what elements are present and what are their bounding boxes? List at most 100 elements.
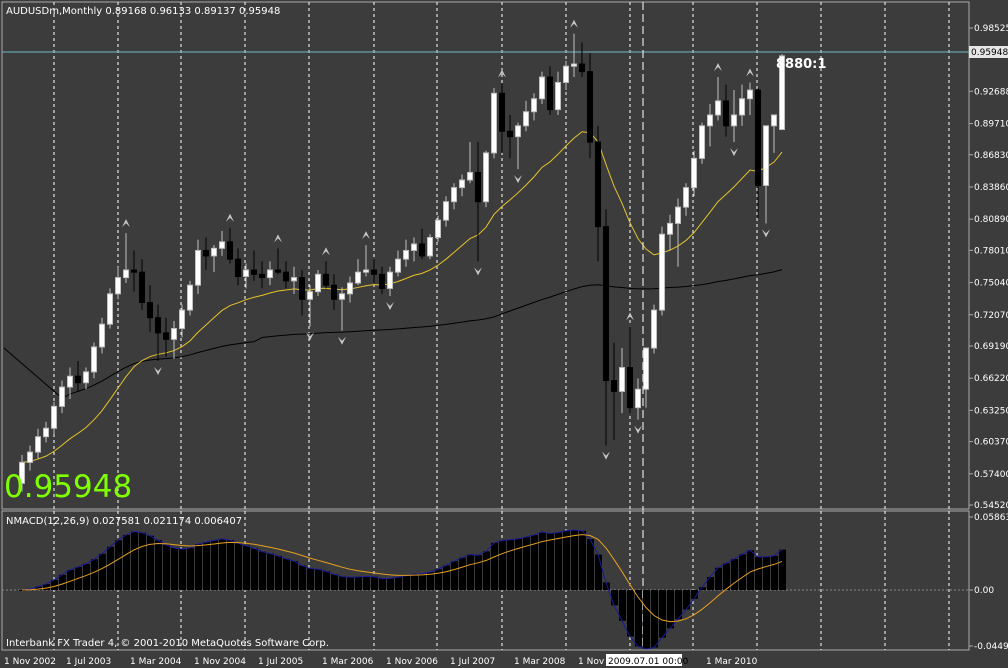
bull-candle xyxy=(211,247,217,257)
histogram-bar xyxy=(331,574,338,590)
histogram-bar xyxy=(475,555,482,590)
bull-candle xyxy=(659,233,665,311)
bear-candle xyxy=(579,63,585,73)
bull-candle xyxy=(355,271,361,284)
time-tick-label: 1 Mar 2008 xyxy=(514,657,566,667)
bull-candle xyxy=(643,347,649,390)
price-tick-label: 0.54520 xyxy=(974,501,1008,511)
bear-candle xyxy=(331,284,337,300)
bull-candle xyxy=(107,293,113,325)
bull-candle xyxy=(307,291,313,300)
bull-candle xyxy=(411,243,417,251)
histogram-bar xyxy=(347,577,354,590)
bull-candle xyxy=(83,371,89,384)
bear-candle xyxy=(595,141,601,228)
bull-candle xyxy=(539,76,545,100)
histogram-bar xyxy=(715,567,722,590)
histogram-bar xyxy=(771,555,778,590)
bull-candle xyxy=(195,249,201,286)
time-tick-label: 1 Jul 2007 xyxy=(450,657,495,667)
bull-candle xyxy=(523,111,529,127)
price-tick-label: 0.72070 xyxy=(974,311,1008,321)
histogram-bar xyxy=(243,545,250,590)
bear-candle xyxy=(419,243,425,257)
bull-candle xyxy=(571,63,577,67)
bear-candle xyxy=(499,92,505,132)
bear-candle xyxy=(475,171,481,203)
bull-candle xyxy=(667,222,673,235)
bear-candle xyxy=(251,269,257,275)
bear-candle xyxy=(323,273,329,286)
bull-candle xyxy=(387,271,393,289)
histogram-bar xyxy=(291,561,298,590)
bull-candle xyxy=(435,219,441,238)
bull-candle xyxy=(443,201,449,221)
current-price-marker-label: 0.95948 xyxy=(971,48,1008,58)
bear-candle xyxy=(587,71,593,143)
histogram-bar xyxy=(187,547,194,590)
bull-candle xyxy=(771,114,777,127)
bull-candle xyxy=(427,236,433,257)
histogram-bar xyxy=(283,558,290,590)
histogram-bar xyxy=(419,573,426,590)
histogram-bar xyxy=(467,554,474,590)
histogram-bar xyxy=(763,556,770,590)
trading-chart[interactable]: AUDUSDm,Monthly 0.89168 0.96133 0.89137 … xyxy=(0,0,1008,668)
bull-candle xyxy=(395,258,401,273)
histogram-bar xyxy=(547,533,554,590)
histogram-bar xyxy=(379,578,386,590)
histogram-bar xyxy=(299,565,306,590)
bear-candle xyxy=(259,273,265,279)
bull-candle xyxy=(91,346,97,373)
bull-candle xyxy=(555,81,561,111)
bear-candle xyxy=(283,271,289,282)
time-tick-label: 1 Mar 2006 xyxy=(322,657,374,667)
time-tick-label: 1 Nov xyxy=(578,657,605,667)
time-tick-label: 1 Nov 2004 xyxy=(194,657,246,667)
bull-candle xyxy=(67,375,73,388)
histogram-bar xyxy=(171,548,178,590)
copyright-label: Interbank FX Trader 4, © 2001-2010 MetaQ… xyxy=(6,638,329,649)
bull-candle xyxy=(731,114,737,127)
bull-candle xyxy=(691,157,697,189)
histogram-bar xyxy=(555,532,562,590)
histogram-bar xyxy=(339,576,346,590)
histogram-bar xyxy=(659,590,666,638)
bull-candle xyxy=(99,323,105,348)
bear-candle xyxy=(547,76,553,111)
histogram-bar xyxy=(507,539,514,590)
bull-candle xyxy=(451,187,457,203)
histogram-bar xyxy=(155,540,162,590)
histogram-bar xyxy=(723,563,730,590)
histogram-bar xyxy=(579,530,586,590)
bear-candle xyxy=(75,375,81,384)
histogram-bar xyxy=(563,530,570,590)
time-tick-label: 1 Jul 2003 xyxy=(66,657,111,667)
histogram-bar xyxy=(747,550,754,590)
bull-candle xyxy=(699,125,705,159)
histogram-bar xyxy=(443,565,450,590)
price-tick-label: 0.78010 xyxy=(974,246,1008,256)
bull-candle xyxy=(339,293,345,300)
histogram-bar xyxy=(219,538,226,590)
histogram-bar xyxy=(163,544,170,590)
bull-candle xyxy=(267,269,273,279)
bull-candle xyxy=(243,269,249,277)
bull-candle xyxy=(651,309,657,349)
bull-candle xyxy=(59,386,65,407)
bear-candle xyxy=(603,226,609,382)
price-tick-label: 0.57400 xyxy=(974,470,1008,480)
bear-candle xyxy=(155,317,161,334)
time-tick-label: 1 Jul 2005 xyxy=(258,657,303,667)
time-tick-label: 1 Nov 2006 xyxy=(386,657,438,667)
histogram-bar xyxy=(587,539,594,590)
indicator-label: NMACD(12,26,9) 0.027581 0.021174 0.00640… xyxy=(6,516,242,527)
bull-candle xyxy=(123,269,129,279)
bear-candle xyxy=(147,302,153,319)
histogram-bar xyxy=(611,590,618,606)
histogram-bar xyxy=(651,590,658,648)
bull-candle xyxy=(763,125,769,186)
bull-candle xyxy=(459,179,465,189)
histogram-bar xyxy=(779,549,786,590)
histogram-bar xyxy=(99,553,106,590)
